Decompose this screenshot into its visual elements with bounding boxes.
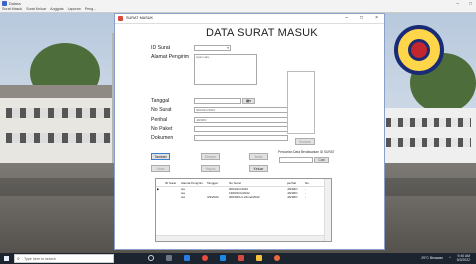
folder-icon[interactable] xyxy=(256,255,262,261)
menu-item-laporan[interactable]: Laporan xyxy=(68,7,81,11)
vertical-scrollbar[interactable] xyxy=(324,179,331,241)
surat-masuk-window: SURAT MASUK – □ × DATA SURAT MASUK ID Su… xyxy=(114,13,385,250)
search-id-field[interactable] xyxy=(279,157,313,163)
app-icon-orange[interactable] xyxy=(274,255,280,261)
windows-start-icon[interactable] xyxy=(4,256,9,261)
no-paket-field[interactable] xyxy=(194,126,288,132)
building xyxy=(0,98,120,173)
system-tray: 29°C Berawan ^ 9:40 AM 5/3/2022 xyxy=(421,254,470,262)
close-button[interactable]: × xyxy=(375,15,378,21)
building xyxy=(380,108,476,163)
dokumen-field[interactable]: - xyxy=(194,135,288,141)
page-title: DATA SURAT MASUK xyxy=(206,27,318,39)
clock-date: 5/3/2022 xyxy=(456,258,470,262)
cell-no-surat: 000/93/1/x-22mei/2022 xyxy=(229,195,260,200)
mail-icon[interactable] xyxy=(220,255,226,261)
window-icon xyxy=(118,16,123,21)
data-table: ID Surat Alamat Pengirim Tanggal No Sura… xyxy=(156,181,329,200)
cell-id xyxy=(164,195,180,200)
app-menu: Surat Masuk Surat Keluar Anggota Laporan… xyxy=(2,7,96,11)
dokumen-label: Dokumen xyxy=(151,135,174,141)
window-controls: – □ × xyxy=(345,15,378,21)
cell-perihal: JANMO xyxy=(287,195,298,200)
perihal-field[interactable]: JANMO xyxy=(194,117,288,123)
calendar-button[interactable]: ▦▾ xyxy=(242,98,255,104)
id-surat-label: ID Surat xyxy=(151,45,171,51)
task-view-icon[interactable] xyxy=(148,255,154,261)
search-icon: ⌕ xyxy=(17,256,20,262)
clock[interactable]: 9:40 AM 5/3/2022 xyxy=(457,254,470,262)
menu-item-surat-masuk[interactable]: Surat Masuk xyxy=(2,7,22,11)
tanggal-field[interactable] xyxy=(194,98,241,104)
tambah-button[interactable]: Tambah xyxy=(151,153,170,160)
no-surat-field[interactable]: 000/22/x/2022 xyxy=(194,107,288,113)
cell-alamat: tes xyxy=(181,195,186,200)
menu-item-surat-keluar[interactable]: Surat Keluar xyxy=(26,7,46,11)
perihal-label: Perihal xyxy=(151,117,168,123)
window-title: SURAT MASUK xyxy=(126,16,154,20)
edge-icon[interactable] xyxy=(184,255,190,261)
app-titlebar: Dolma Surat Masuk Surat Keluar Anggota L… xyxy=(0,0,476,13)
table-row[interactable]: tes 3/3/2022 000/93/1/x-22mei/2022 JANMO… xyxy=(156,195,329,200)
search-placeholder: Type here to search xyxy=(24,257,56,261)
no-paket-label: No Paket xyxy=(151,126,173,132)
search-label: Pencarian Data Berdasarkan ID SURAT xyxy=(278,150,335,154)
menu-item-anggota[interactable]: Anggota xyxy=(50,7,63,11)
chevron-down-icon: ▾ xyxy=(227,46,229,50)
tanggal-label: Tanggal xyxy=(151,98,170,104)
alamat-pengirim-label: Alamat Pengirim xyxy=(151,54,190,60)
hapus-button[interactable]: Hapus xyxy=(201,165,220,172)
taskbar: ⌕ Type here to search 29°C Berawan ^ 9:4… xyxy=(0,253,476,264)
app-title: Dolma xyxy=(9,1,21,6)
maximize-button[interactable]: □ xyxy=(469,1,472,7)
app-icon xyxy=(2,1,7,6)
emblem-logo xyxy=(394,25,444,75)
horizontal-scrollbar[interactable] xyxy=(156,235,324,241)
ubah-button[interactable]: Ubah xyxy=(151,165,170,172)
minimize-button[interactable]: – xyxy=(345,15,348,21)
no-surat-label: No Surat xyxy=(151,107,172,113)
image-preview xyxy=(287,71,315,134)
cell-tanggal: 3/3/2022 xyxy=(207,195,219,200)
maximize-button[interactable]: □ xyxy=(360,15,363,21)
keluar-button[interactable]: Keluar xyxy=(249,165,268,172)
chevron-up-icon[interactable]: ^ xyxy=(449,256,451,260)
cari-button[interactable]: Cari xyxy=(314,157,329,163)
id-surat-select[interactable]: ▾ xyxy=(194,45,231,51)
app-window-controls: – □ xyxy=(456,1,472,7)
taskbar-apps xyxy=(148,255,280,261)
simpan-button[interactable]: Simpan xyxy=(201,153,220,160)
browse-button[interactable]: Browse xyxy=(295,138,315,145)
weather-status[interactable]: 29°C Berawan xyxy=(421,256,443,260)
taskbar-search[interactable]: ⌕ Type here to search xyxy=(14,254,114,263)
batal-button[interactable]: Batal xyxy=(249,153,268,160)
chrome-icon[interactable] xyxy=(202,255,208,261)
row-marker-icon xyxy=(156,195,164,200)
alamat-pengirim-field[interactable]: Ayam aku xyxy=(194,54,257,85)
widgets-icon[interactable] xyxy=(166,255,172,261)
window-titlebar: SURAT MASUK – □ × xyxy=(115,14,384,24)
menu-item-peng[interactable]: Peng... xyxy=(85,7,96,11)
minimize-button[interactable]: – xyxy=(456,1,459,7)
app-icon-red[interactable] xyxy=(238,255,244,261)
